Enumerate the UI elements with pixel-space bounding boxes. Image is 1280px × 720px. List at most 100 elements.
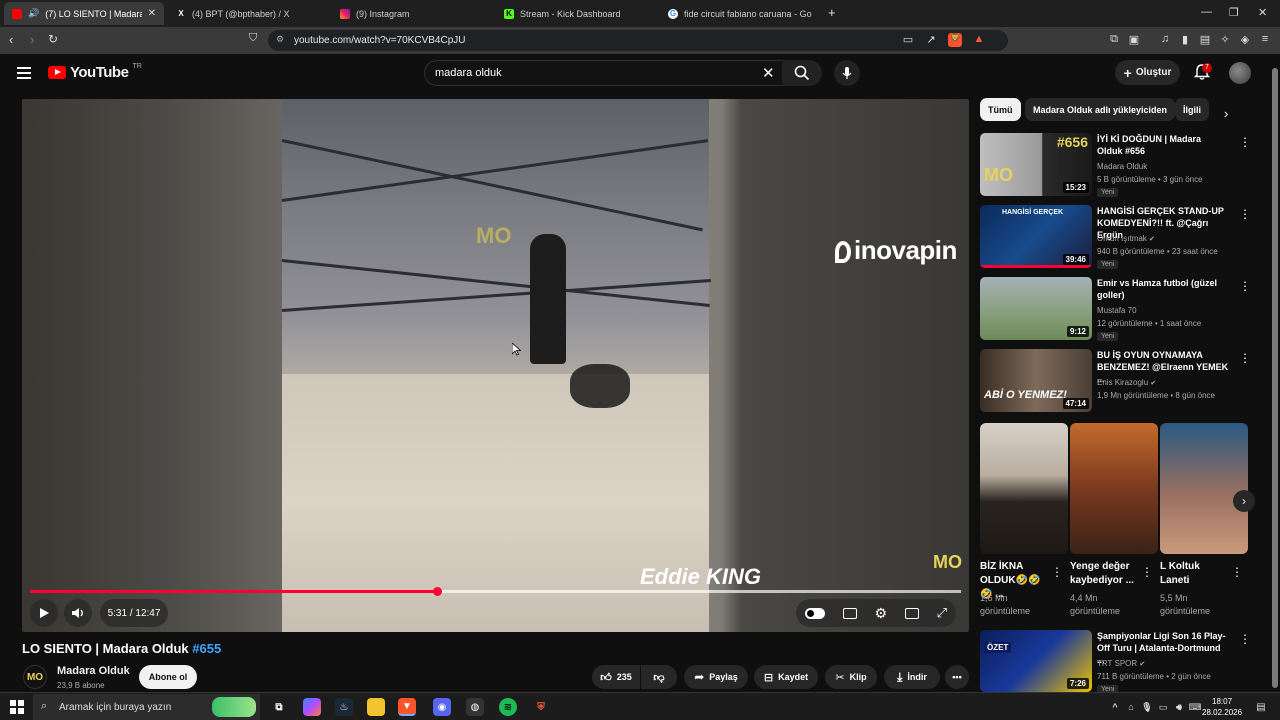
- screenshot-icon[interactable]: ▣: [1127, 33, 1141, 47]
- fullscreen-icon[interactable]: ⤢: [937, 605, 947, 621]
- short-thumbnail[interactable]: [1070, 423, 1158, 554]
- chevron-right-icon[interactable]: ›: [1224, 106, 1228, 121]
- site-info-icon[interactable]: ⚙: [276, 34, 284, 45]
- kebab-menu-icon[interactable]: ⋮: [1239, 135, 1251, 149]
- channel-name[interactable]: Orkun Işıtmak ✔: [1097, 234, 1155, 243]
- short-title[interactable]: Yenge değer kaybediyor ...: [1070, 560, 1136, 588]
- vpn-shield-icon[interactable]: ⛨: [532, 698, 550, 716]
- short-title[interactable]: L Koltuk Laneti: [1160, 560, 1226, 588]
- discord-icon[interactable]: ◉: [433, 698, 451, 716]
- video-player[interactable]: MO inovapin Eddie KING MO 5:31 / 12:47 ⚙…: [22, 99, 969, 632]
- steam-icon[interactable]: ♨: [335, 698, 353, 716]
- task-view-icon[interactable]: ⧉: [270, 698, 288, 716]
- restore-icon[interactable]: ❐: [1229, 6, 1239, 19]
- channel-name[interactable]: Madara Olduk: [1097, 162, 1147, 171]
- chip-related[interactable]: İlgili: [1175, 98, 1209, 121]
- video-title[interactable]: İYİ Kİ DOĞDUN | Madara Olduk #656: [1097, 133, 1229, 157]
- bookmark-icon[interactable]: ⛉: [249, 32, 257, 45]
- brave-shield-icon[interactable]: 🦁: [948, 33, 962, 47]
- progress-bar[interactable]: [30, 587, 961, 596]
- create-button[interactable]: + Oluştur: [1115, 60, 1180, 85]
- page-scrollbar[interactable]: [1270, 54, 1280, 692]
- music-icon[interactable]: ♫: [1158, 33, 1172, 47]
- channel-name[interactable]: TRT SPOR ✔: [1097, 659, 1145, 668]
- chip-from-uploader[interactable]: Madara Olduk adlı yükleyiciden: [1025, 98, 1176, 121]
- leo-icon[interactable]: ✧: [1218, 33, 1232, 47]
- kebab-menu-icon[interactable]: ⋮: [1239, 207, 1251, 221]
- recommendation-item[interactable]: HANGİSİ GERÇEK 39:46 HANGİSİ GERÇEK STAN…: [980, 205, 1251, 271]
- autoplay-toggle[interactable]: [804, 607, 825, 619]
- download-button[interactable]: ⤓ İndir: [884, 665, 940, 689]
- reload-icon[interactable]: ↻: [48, 32, 58, 46]
- extensions-icon[interactable]: ⧉: [1107, 33, 1121, 47]
- subtitles-icon[interactable]: [842, 607, 857, 619]
- settings-gear-icon[interactable]: ⚙: [874, 605, 887, 622]
- channel-name[interactable]: Enis Kirazoglu ✔: [1097, 378, 1156, 387]
- back-icon[interactable]: ‹: [9, 32, 13, 47]
- sidebar-icon[interactable]: ▮: [1178, 33, 1192, 47]
- recommendation-item[interactable]: 9:12 Emir vs Hamza futbol (güzel goller)…: [980, 277, 1251, 343]
- taskbar-clock[interactable]: 18:07 28.02.2026: [1202, 696, 1242, 718]
- kebab-menu-icon[interactable]: ⋮: [1051, 565, 1063, 579]
- tab-x[interactable]: X (4) BPT (@bpthaber) / X: [168, 2, 328, 25]
- video-hashtag[interactable]: #655: [192, 641, 221, 656]
- brave-browser-icon[interactable]: ▼: [398, 698, 416, 716]
- tab-youtube[interactable]: 🔊 (7) LO SIENTO | Madara Olduk ✕: [4, 2, 164, 25]
- channel-name[interactable]: Madara Olduk: [57, 665, 130, 677]
- search-input[interactable]: madara olduk: [424, 60, 784, 86]
- video-thumbnail[interactable]: HANGİSİ GERÇEK 39:46: [980, 205, 1092, 268]
- volume-button[interactable]: [64, 599, 92, 627]
- play-button[interactable]: [30, 599, 58, 627]
- share-icon[interactable]: ↗: [924, 33, 938, 47]
- more-actions-button[interactable]: •••: [945, 665, 969, 689]
- recommendation-item[interactable]: ÖZET 7:26 Şampiyonlar Ligi Son 16 Play-O…: [980, 630, 1251, 696]
- video-thumbnail[interactable]: ÖZET 7:26: [980, 630, 1092, 692]
- notification-center-icon[interactable]: ▤: [1252, 698, 1270, 716]
- new-tab-button[interactable]: +: [828, 5, 836, 20]
- kebab-menu-icon[interactable]: ⋮: [1239, 351, 1251, 365]
- kebab-menu-icon[interactable]: ⋮: [1239, 279, 1251, 293]
- clip-button[interactable]: ✂ Klip: [825, 665, 877, 689]
- spotify-icon[interactable]: ≋: [499, 698, 517, 716]
- vpn-icon[interactable]: ◈: [1238, 33, 1252, 47]
- miniplayer-icon[interactable]: [904, 607, 919, 619]
- like-button[interactable]: 👍︎ 235: [592, 665, 640, 689]
- dislike-button[interactable]: 👎︎: [641, 665, 677, 689]
- tab-instagram[interactable]: (9) Instagram: [332, 2, 492, 25]
- hamburger-menu-icon[interactable]: [17, 67, 31, 79]
- video-thumbnail[interactable]: ABİ O YENMEZ! 47:14: [980, 349, 1092, 412]
- voice-search-button[interactable]: [834, 60, 860, 86]
- tab-kick[interactable]: K Stream - Kick Dashboard: [496, 2, 656, 25]
- kebab-menu-icon[interactable]: ⋮: [1141, 565, 1153, 579]
- youtube-logo[interactable]: YouTube TR: [48, 63, 142, 81]
- user-avatar[interactable]: [1229, 62, 1251, 84]
- browser-menu-icon[interactable]: ≡: [1258, 33, 1272, 47]
- wallet-icon[interactable]: ▤: [1198, 33, 1212, 47]
- window-close-icon[interactable]: ✕: [1258, 6, 1267, 19]
- clear-search-icon[interactable]: ✕: [762, 64, 775, 82]
- scroll-thumb[interactable]: [1272, 68, 1278, 688]
- tab-google[interactable]: G fide circuit fabiano caruana - Google: [660, 2, 820, 25]
- video-thumbnail[interactable]: 9:12: [980, 277, 1092, 340]
- video-thumbnail[interactable]: MO #656 15:23: [980, 133, 1092, 196]
- kebab-menu-icon[interactable]: ⋮: [1239, 632, 1251, 646]
- windows-start-icon[interactable]: [10, 700, 24, 714]
- obs-icon[interactable]: ◍: [466, 698, 484, 716]
- short-thumbnail[interactable]: [980, 423, 1068, 554]
- brave-rewards-icon[interactable]: ▲: [972, 33, 986, 47]
- forward-icon[interactable]: ›: [30, 32, 34, 47]
- short-thumbnail[interactable]: [1160, 423, 1248, 554]
- save-button[interactable]: ⊟ Kaydet: [754, 665, 818, 689]
- recommendation-item[interactable]: MO #656 15:23 İYİ Kİ DOĞDUN | Madara Old…: [980, 133, 1251, 199]
- minimize-icon[interactable]: —: [1201, 6, 1212, 18]
- progress-scrubber[interactable]: [432, 587, 442, 596]
- close-icon[interactable]: ✕: [148, 8, 156, 19]
- shorts-next-button[interactable]: ›: [1233, 490, 1255, 512]
- url-field[interactable]: ⚙ youtube.com/watch?v=70KCVB4CpJU: [268, 30, 1008, 51]
- channel-avatar[interactable]: MO: [23, 665, 47, 689]
- video-title[interactable]: Emir vs Hamza futbol (güzel goller): [1097, 277, 1229, 301]
- cast-icon[interactable]: ▭: [901, 33, 915, 47]
- channel-name[interactable]: Mustafa 70: [1097, 306, 1137, 315]
- search-button[interactable]: [782, 60, 822, 86]
- share-button[interactable]: ➦ Paylaş: [684, 665, 748, 689]
